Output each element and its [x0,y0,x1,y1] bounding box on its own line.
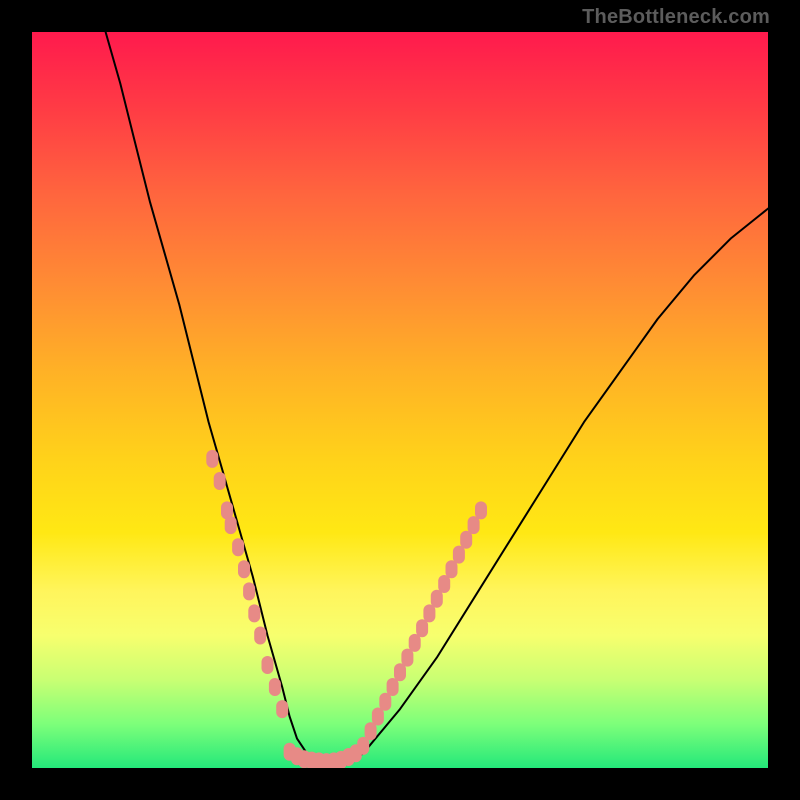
marker-highlight-dots-right [438,575,450,593]
marker-highlight-dots-right [453,546,465,564]
marker-highlight-dots-right [365,722,377,740]
marker-highlight-dots-right [460,531,472,549]
plot-area [32,32,768,768]
marker-highlight-dots-left [269,678,281,696]
marker-highlight-dots-left [225,516,237,534]
marker-highlight-dots-right [379,693,391,711]
marker-highlight-dots-left [254,627,266,645]
curve-bottleneck-curve [106,32,768,768]
marker-highlight-dots-left [214,472,226,490]
marker-highlight-dots-right [409,634,421,652]
marker-highlight-dots-right [416,619,428,637]
marker-highlight-dots-right [401,649,413,667]
marker-highlight-dots-right [468,516,480,534]
chart-frame: TheBottleneck.com [0,0,800,800]
marker-highlight-dots-right [394,663,406,681]
marker-highlight-dots-right [387,678,399,696]
marker-highlight-dots-left [206,450,218,468]
marker-highlight-dots-right [431,590,443,608]
marker-highlight-dots-left [232,538,244,556]
attribution-text: TheBottleneck.com [582,6,770,29]
marker-highlight-dots-left [238,560,250,578]
marker-highlight-dots-right [357,737,369,755]
chart-overlay [32,32,768,768]
marker-highlight-dots-left [243,582,255,600]
marker-highlight-dots-left [276,700,288,718]
marker-highlight-dots-left [248,604,260,622]
marker-highlight-dots-right [446,560,458,578]
marker-highlight-dots-left [262,656,274,674]
marker-highlight-dots-right [372,708,384,726]
marker-highlight-dots-right [475,501,487,519]
marker-highlight-dots-right [423,604,435,622]
